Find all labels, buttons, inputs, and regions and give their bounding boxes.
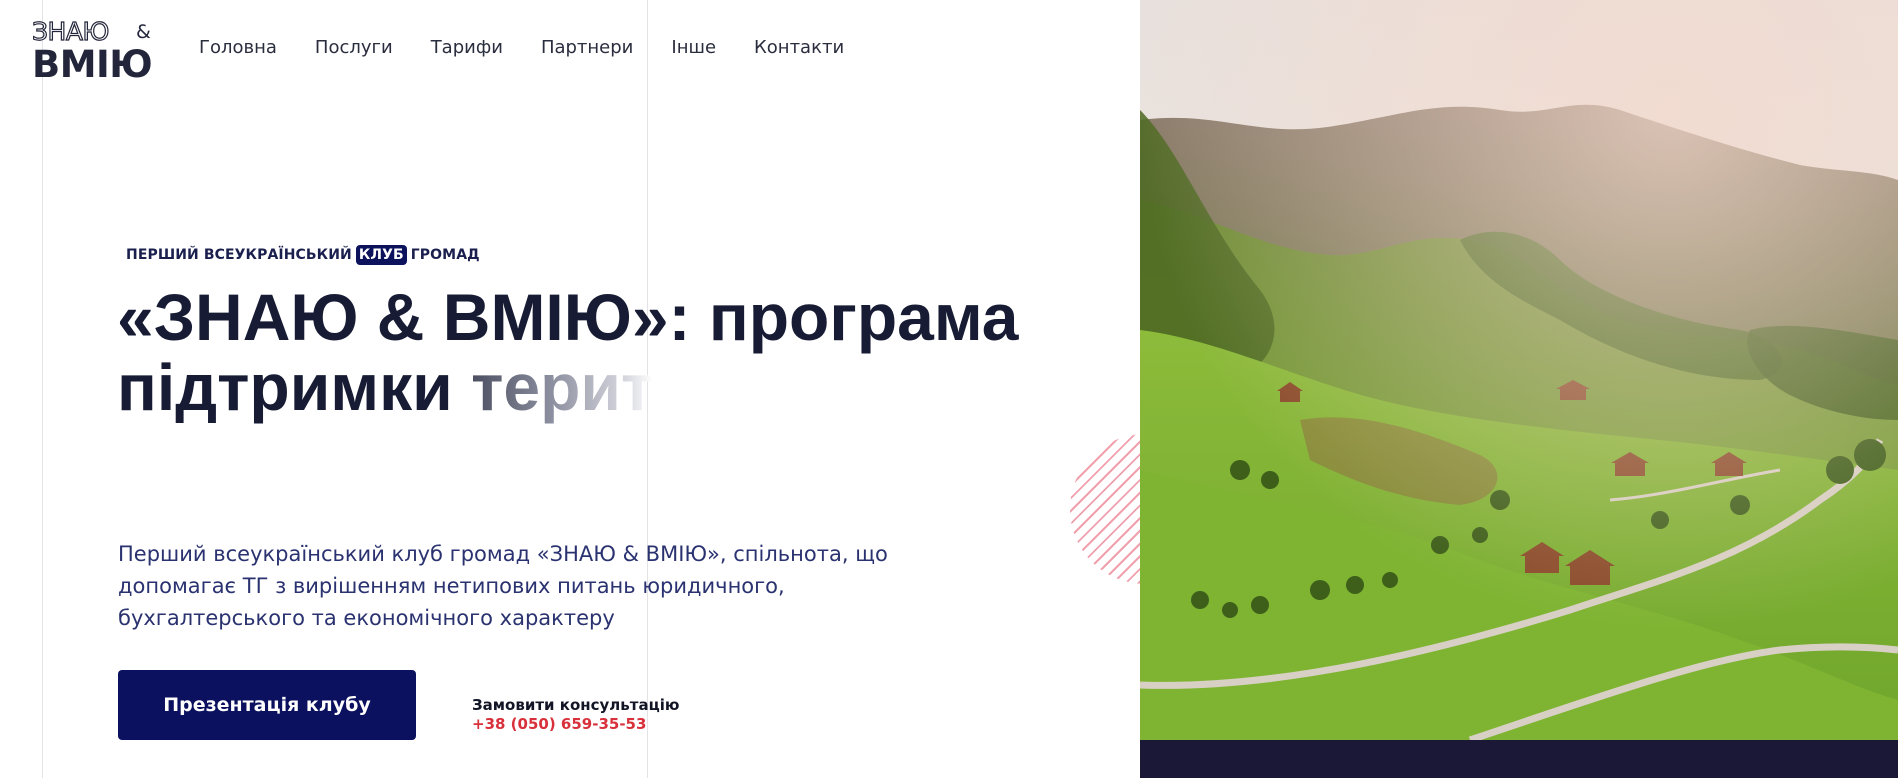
hero-landscape-image <box>1140 0 1898 740</box>
consultation-phone-link[interactable]: +38 (050) 659-35-53 <box>472 715 679 734</box>
presentation-button[interactable]: Презентація клубу <box>118 670 416 740</box>
eyebrow-highlight-badge: клуб <box>355 245 407 265</box>
nav-item-tariffs[interactable]: Тарифи <box>431 36 503 60</box>
nav-item-contacts[interactable]: Контакти <box>754 36 844 60</box>
logo-ampersand: & <box>136 21 151 43</box>
nav-item-services[interactable]: Послуги <box>315 36 393 60</box>
hero-title: «ЗНАЮ & ВМІЮ»: програма підтримки терит <box>117 282 1047 422</box>
decorative-guide-line <box>42 0 43 778</box>
landscape-illustration <box>1140 0 1898 740</box>
nav-item-home[interactable]: Головна <box>199 36 277 60</box>
hero-description: Перший всеукраїнський клуб громад «ЗНАЮ … <box>118 542 888 630</box>
logo-text-bottom: ВМІЮ <box>32 43 153 86</box>
logo[interactable]: ЗНАЮ & ВМІЮ <box>31 17 162 86</box>
hero-title-typing: терит <box>471 350 654 424</box>
eyebrow-text-before: Перший всеукраїнський <box>126 247 352 263</box>
logo-text-top: ЗНАЮ <box>31 17 110 46</box>
bottom-dark-bar <box>1140 740 1898 778</box>
main-nav: Головна Послуги Тарифи Партнери Інше Кон… <box>199 36 882 60</box>
consultation-label: Замовити консультацію <box>472 696 680 714</box>
consultation-block: Замовити консультацію +38 (050) 659-35-5… <box>472 696 679 734</box>
eyebrow-text-after: громад <box>410 247 480 263</box>
page: ЗНАЮ & ВМІЮ Головна Послуги Тарифи Партн… <box>0 0 1898 778</box>
nav-item-partners[interactable]: Партнери <box>541 36 633 60</box>
nav-item-other[interactable]: Інше <box>671 36 716 60</box>
hero-eyebrow: Перший всеукраїнський клуб громад <box>126 245 480 265</box>
